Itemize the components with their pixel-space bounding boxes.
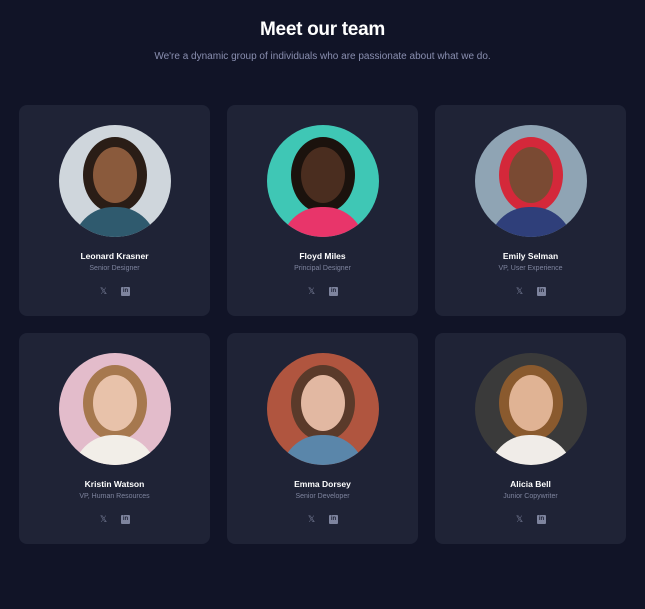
avatar-body [489,207,573,237]
avatar-face [93,375,137,431]
x-icon[interactable]: 𝕏 [99,515,108,524]
avatar-body [489,435,573,465]
social-links: 𝕏 in [227,515,418,524]
page-title: Meet our team [260,19,385,40]
avatar-body [73,435,157,465]
team-member-card: Kristin Watson VP, Human Resources 𝕏 in [19,333,210,544]
member-name: Emily Selman [502,251,559,261]
avatar-body [281,207,365,237]
member-role: Senior Designer [89,265,140,272]
avatar-body [73,207,157,237]
linkedin-icon[interactable]: in [121,515,130,524]
x-icon[interactable]: 𝕏 [515,287,524,296]
avatar-face [509,375,553,431]
avatar [59,353,171,465]
x-icon[interactable]: 𝕏 [515,515,524,524]
member-role: Junior Copywriter [503,493,558,500]
social-links: 𝕏 in [19,515,210,524]
linkedin-icon[interactable]: in [329,287,338,296]
x-icon[interactable]: 𝕏 [99,287,108,296]
team-grid: Leonard Krasner Senior Designer 𝕏 in Flo… [19,105,626,544]
team-member-card: Leonard Krasner Senior Designer 𝕏 in [19,105,210,316]
linkedin-icon[interactable]: in [329,515,338,524]
avatar [475,353,587,465]
avatar [59,125,171,237]
avatar-face [509,147,553,203]
avatar-body [281,435,365,465]
x-icon[interactable]: 𝕏 [307,515,316,524]
member-role: Senior Developer [295,493,350,500]
member-name: Leonard Krasner [80,251,149,261]
social-links: 𝕏 in [19,287,210,296]
team-member-card: Emma Dorsey Senior Developer 𝕏 in [227,333,418,544]
team-member-card: Alicia Bell Junior Copywriter 𝕏 in [435,333,626,544]
member-name: Emma Dorsey [294,479,351,489]
avatar-face [301,147,345,203]
linkedin-icon[interactable]: in [121,287,130,296]
social-links: 𝕏 in [435,515,626,524]
social-links: 𝕏 in [227,287,418,296]
social-links: 𝕏 in [435,287,626,296]
page-subtitle: We're a dynamic group of individuals who… [154,51,491,62]
avatar [475,125,587,237]
member-name: Floyd Miles [299,251,346,261]
member-role: VP, User Experience [498,265,563,272]
team-member-card: Emily Selman VP, User Experience 𝕏 in [435,105,626,316]
avatar-face [301,375,345,431]
linkedin-icon[interactable]: in [537,287,546,296]
member-role: VP, Human Resources [79,493,150,500]
member-name: Kristin Watson [84,479,145,489]
member-role: Principal Designer [294,265,351,272]
avatar [267,125,379,237]
x-icon[interactable]: 𝕏 [307,287,316,296]
avatar-face [93,147,137,203]
member-name: Alicia Bell [510,479,551,489]
linkedin-icon[interactable]: in [537,515,546,524]
avatar [267,353,379,465]
team-member-card: Floyd Miles Principal Designer 𝕏 in [227,105,418,316]
